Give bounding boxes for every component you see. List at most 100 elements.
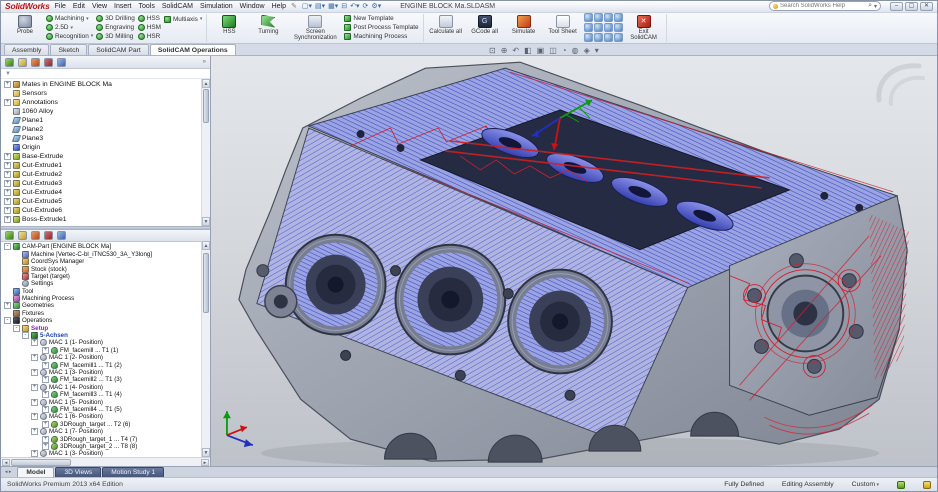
- tree-row[interactable]: Plane3: [4, 134, 200, 143]
- ribbon-button[interactable]: Recognition: [46, 32, 93, 41]
- scroll-thumb[interactable]: [11, 459, 71, 466]
- expand-toggle[interactable]: +: [4, 302, 11, 309]
- expand-toggle[interactable]: +: [31, 450, 38, 457]
- tree-row[interactable]: Stock (stock): [13, 265, 200, 272]
- expand-toggle[interactable]: +: [42, 362, 49, 369]
- expand-toggle[interactable]: +: [4, 198, 11, 205]
- expand-toggle[interactable]: +: [31, 369, 38, 376]
- tree-row[interactable]: + FM_facemill4 ... T1 (5): [42, 406, 200, 413]
- scroll-down-arrow[interactable]: ▼: [202, 448, 210, 457]
- feature-tree-scrollbar[interactable]: ▲ ▼: [201, 79, 210, 226]
- hud-icon[interactable]: ◫: [549, 46, 557, 55]
- tree-row[interactable]: + 3DRough_target_2 ... T8 (8): [42, 443, 200, 450]
- tree-row[interactable]: CoordSys Manager: [13, 258, 200, 265]
- maximize-button[interactable]: ▢: [905, 2, 918, 11]
- menu-item[interactable]: Help: [272, 3, 286, 10]
- scroll-thumb[interactable]: [203, 253, 209, 313]
- ribbon-button[interactable]: Machining Process: [344, 32, 418, 41]
- bottom-tab[interactable]: Model: [17, 467, 54, 477]
- sim-view-icon[interactable]: [604, 13, 613, 22]
- tree-row[interactable]: + 3DRough_target_1 ... T4 (7): [42, 435, 200, 442]
- ribbon-button[interactable]: 3D Drilling: [96, 15, 134, 24]
- tree-row[interactable]: + MAC 1 (6- Position): [31, 413, 200, 420]
- statusbar-custom-dropdown[interactable]: Custom: [852, 481, 879, 488]
- hud-icon[interactable]: ◧: [524, 46, 532, 55]
- tree-row[interactable]: + MAC 1 (1- Position): [31, 339, 200, 346]
- ribbon-button[interactable]: Post Process Template: [344, 23, 418, 32]
- tree-row[interactable]: + MAC 1 (2- Position): [31, 354, 200, 361]
- undo-icon[interactable]: ↶▾: [350, 2, 359, 10]
- expand-toggle[interactable]: -: [13, 325, 20, 332]
- commandmanager-tab[interactable]: SolidCAM Operations: [150, 44, 236, 55]
- tree-row[interactable]: + Cut-Extrude3: [4, 179, 200, 188]
- tree-row[interactable]: Machine [Vertec-C-bl_iTNC530_3A_Y3long]: [13, 251, 200, 258]
- calculate-all-button[interactable]: Calculate all: [428, 14, 464, 42]
- simulate-button[interactable]: Simulate: [506, 14, 542, 42]
- tree-row[interactable]: + MAC 1 (5- Position): [31, 398, 200, 405]
- tab-scroll-arrows[interactable]: ◂ ▸: [5, 469, 11, 475]
- tree-row[interactable]: + FM_facemill2 ... T1 (3): [42, 376, 200, 383]
- tree-row[interactable]: 1060 Alloy: [4, 107, 200, 116]
- rebuild-icon[interactable]: ⟳: [363, 2, 369, 10]
- tree-row[interactable]: + Mates in ENGINE BLOCK Ma: [4, 80, 200, 89]
- sim-view-icon[interactable]: [614, 23, 623, 32]
- tree-row[interactable]: + 3DRough_target ... T2 (6): [42, 421, 200, 428]
- search-input[interactable]: [780, 3, 866, 9]
- tree-row[interactable]: + MAC 1 (4- Position): [31, 384, 200, 391]
- new-document-icon[interactable]: ▢▾: [302, 2, 312, 10]
- tree-row[interactable]: Fixtures: [4, 310, 200, 317]
- menu-item[interactable]: SolidCAM: [162, 3, 193, 10]
- expand-toggle[interactable]: +: [31, 413, 38, 420]
- expand-toggle[interactable]: +: [31, 399, 38, 406]
- expand-toggle[interactable]: +: [4, 153, 11, 160]
- menu-item[interactable]: Simulation: [200, 3, 233, 10]
- tree-row[interactable]: + Geometries: [4, 302, 200, 309]
- expand-toggle[interactable]: -: [4, 317, 11, 324]
- ribbon-button[interactable]: Machining: [46, 15, 93, 24]
- tree-row[interactable]: Plane2: [4, 125, 200, 134]
- expand-toggle[interactable]: +: [42, 443, 49, 450]
- ribbon-button[interactable]: HSM: [138, 23, 161, 32]
- save-icon[interactable]: ▦▾: [328, 2, 338, 10]
- scroll-thumb[interactable]: [203, 89, 209, 123]
- tree-row[interactable]: Settings: [13, 280, 200, 287]
- dimxpertmanager-icon[interactable]: [44, 58, 53, 67]
- panel-horizontal-scrollbar[interactable]: ◄ ►: [1, 457, 210, 466]
- ribbon-button[interactable]: 2.5D: [46, 23, 93, 32]
- scroll-up-arrow[interactable]: ▲: [202, 79, 210, 88]
- commandmanager-tab[interactable]: SolidCAM Part: [88, 44, 149, 55]
- tree-row[interactable]: Plane1: [4, 116, 200, 125]
- exit-solidcam-button[interactable]: Exit SolidCAM: [626, 14, 662, 42]
- menu-item[interactable]: Insert: [114, 3, 132, 10]
- expand-toggle[interactable]: +: [31, 384, 38, 391]
- gcode-all-button[interactable]: GCode all: [467, 14, 503, 42]
- tree-row[interactable]: + MAC 1 (3- Position): [31, 450, 200, 457]
- hud-icon[interactable]: ▾: [595, 46, 599, 55]
- hud-icon[interactable]: ◍: [572, 46, 579, 55]
- sim-view-icon[interactable]: [584, 13, 593, 22]
- print-icon[interactable]: ⊟: [341, 2, 347, 10]
- tree-row[interactable]: - CAM-Part [ENGINE BLOCK Ma]: [4, 243, 200, 250]
- scroll-left-arrow[interactable]: ◄: [2, 459, 10, 466]
- search-dropdown-icon[interactable]: ▾: [874, 3, 877, 10]
- expand-toggle[interactable]: +: [42, 421, 49, 428]
- tree-row[interactable]: Sensors: [4, 89, 200, 98]
- hud-icon[interactable]: ◈: [584, 46, 590, 55]
- commandmanager-tab[interactable]: Assembly: [4, 44, 49, 55]
- multiaxis-button[interactable]: Multiaxis: [164, 15, 202, 24]
- probe-button[interactable]: Probe: [7, 14, 43, 42]
- hss-big-button[interactable]: HSS: [211, 14, 247, 42]
- tool-sheet-button[interactable]: Tool Sheet: [545, 14, 581, 42]
- pencil-icon[interactable]: ✎: [291, 2, 297, 10]
- options-icon[interactable]: ⚙▾: [371, 2, 381, 10]
- expand-toggle[interactable]: +: [31, 428, 38, 435]
- tree-row[interactable]: - Setup: [13, 324, 200, 331]
- tree-row[interactable]: Tool: [4, 288, 200, 295]
- solidcam-tree-icon[interactable]: [5, 231, 14, 240]
- expand-toggle[interactable]: +: [4, 99, 11, 106]
- expand-toggle[interactable]: +: [4, 216, 11, 223]
- ribbon-button[interactable]: 3D Milling: [96, 32, 134, 41]
- tree-row[interactable]: + Cut-Extrude2: [4, 170, 200, 179]
- menu-item[interactable]: File: [55, 3, 66, 10]
- sim-view-icon[interactable]: [594, 23, 603, 32]
